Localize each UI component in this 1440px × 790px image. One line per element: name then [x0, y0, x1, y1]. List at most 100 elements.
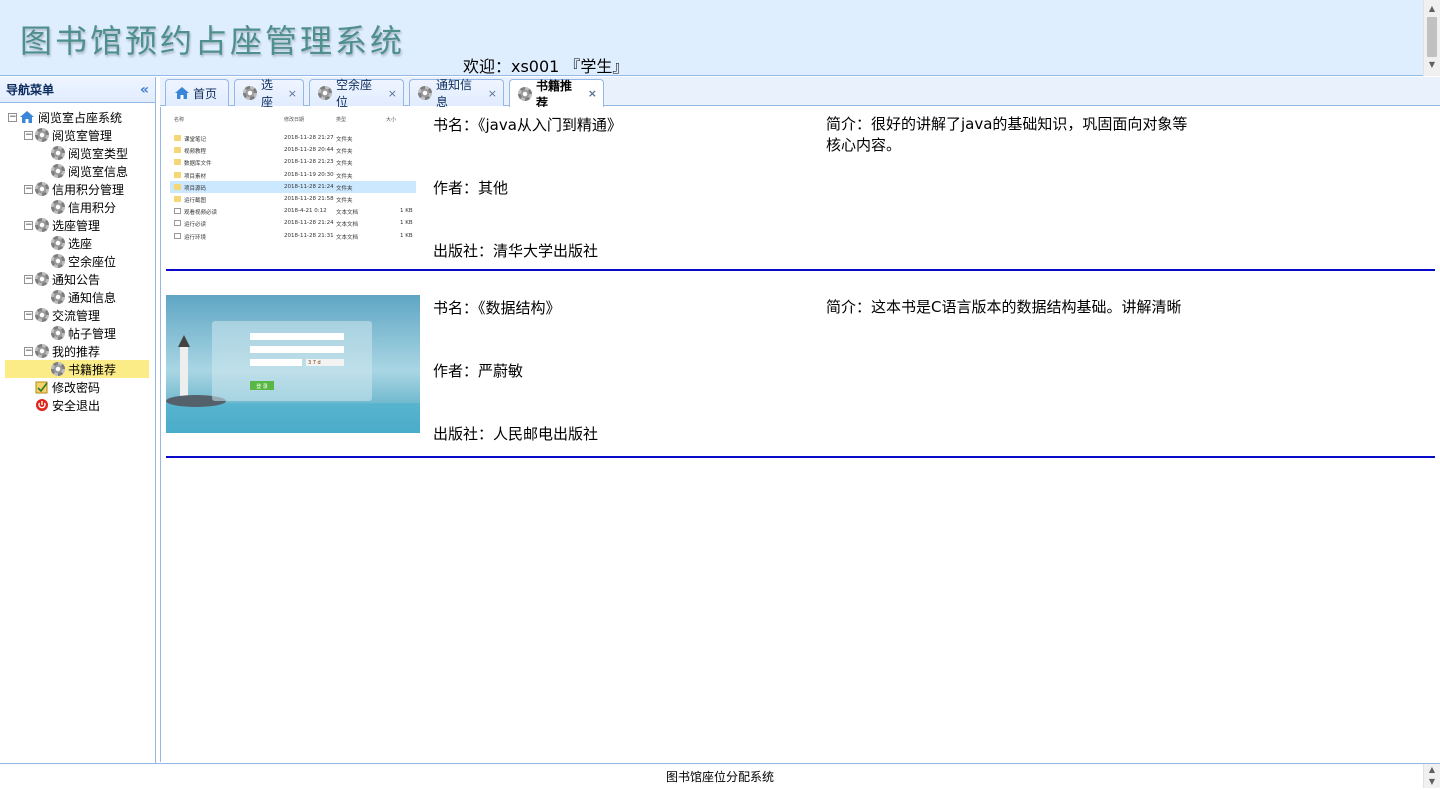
gear-icon: [51, 236, 65, 250]
gear-icon: [318, 86, 332, 100]
tab-label: 空余座位: [336, 78, 373, 109]
book-cover-image: 登 录 3 7 d: [166, 295, 420, 433]
gear-icon: [35, 182, 49, 196]
file-name: 运行必读: [184, 222, 207, 229]
login-screenshot-cover: [166, 295, 420, 433]
file-name: 观看视频必读: [184, 210, 218, 217]
collapse-toggle-icon[interactable]: −: [24, 184, 33, 194]
collapse-toggle-icon[interactable]: −: [24, 346, 33, 356]
file-row: 课堂笔记 2018-11-28 21:27 文件夹: [170, 132, 416, 144]
tree-leaf[interactable]: 空余座位: [0, 252, 155, 270]
file-date: 2018-11-28 21:31: [284, 232, 334, 239]
login-button-label: 登 录: [256, 384, 268, 390]
captcha-text: 3 7 d: [308, 360, 321, 366]
scroll-thumb[interactable]: [1427, 17, 1437, 57]
tree-leaf[interactable]: 通知信息: [0, 288, 155, 306]
folder-icon: [174, 196, 181, 202]
tree-node-label: 交流管理: [52, 308, 101, 323]
tab-4[interactable]: 书籍推荐 ×: [509, 79, 604, 110]
file-type: 文件夹: [336, 185, 353, 192]
file-name: 课堂笔记: [184, 137, 207, 143]
tree-node-label: 阅览室信息: [68, 164, 129, 179]
tab-2[interactable]: 空余座位 ×: [309, 78, 404, 109]
close-tab-icon[interactable]: ×: [488, 87, 497, 100]
file-type: 文件夹: [336, 198, 353, 204]
file-size: 1 KB: [400, 232, 413, 239]
gear-icon: [418, 86, 432, 100]
gear-icon: [51, 146, 65, 160]
gear-icon: [35, 308, 49, 322]
tree-leaf[interactable]: 帖子管理: [0, 324, 155, 342]
tree-leaf[interactable]: 阅览室类型: [0, 144, 155, 162]
gear-icon: [35, 218, 49, 232]
tree-group[interactable]: − 阅览室管理: [0, 126, 155, 144]
file-type: 文件夹: [336, 173, 353, 180]
file-date: 2018-4-21 0:12: [284, 208, 327, 215]
file-size: 1 KB: [400, 208, 413, 215]
header-scrollbar[interactable]: ▲ ▼: [1423, 0, 1440, 76]
tab-label: 选座: [261, 78, 274, 109]
tab-home[interactable]: 首页: [165, 79, 229, 106]
tree-group[interactable]: 安全退出: [0, 396, 155, 414]
tree-leaf[interactable]: 信用积分: [0, 198, 155, 216]
gear-icon: [51, 326, 65, 340]
sidebar-title: 导航菜单: [6, 83, 55, 97]
gear-icon: [35, 344, 49, 358]
book-intro: 简介：很好的讲解了java的基础知识，巩固面向对象等核心内容。: [826, 115, 1188, 154]
book-item: 名称 修改日期 类型 大小 课堂笔记 2018-11-28 21:27 文件夹 视频教程 201…: [166, 107, 1435, 271]
nav-tree: − 阅览室占座系统 − 阅览室管理 阅览室类型阅览室信息 − 信用积分管理 信用积分 − 选座管理…: [0, 103, 155, 414]
tree-group[interactable]: 修改密码: [0, 378, 155, 396]
collapse-toggle-icon[interactable]: −: [24, 274, 33, 284]
tree-group[interactable]: − 通知公告: [0, 270, 155, 288]
book-recommend-panel: 名称 修改日期 类型 大小 课堂笔记 2018-11-28 21:27 文件夹 视频教程 201…: [160, 107, 1440, 762]
navigation-sidebar: 导航菜单 « − 阅览室占座系统 − 阅览室管理 阅览室类型阅览室信息 − 信用积分管理 信用…: [0, 77, 156, 763]
tab-bar: 首页 选座 × 空余座位 × 通知信息 × 书籍推荐 ×: [160, 77, 1440, 110]
folder-icon: [174, 135, 181, 141]
file-row: 项目素材 2018-11-19 20:30 文件夹: [170, 169, 416, 181]
file-date: 2018-11-28 20:44: [284, 147, 334, 154]
file-date: 2018-11-28 21:27: [284, 135, 334, 141]
tree-group[interactable]: − 交流管理: [0, 306, 155, 324]
book-publisher: 出版社：清华大学出版社: [433, 242, 599, 260]
collapse-sidebar-icon[interactable]: «: [140, 82, 149, 98]
gear-icon: [518, 86, 532, 101]
file-name: 数据库文件: [184, 161, 212, 168]
file-row: 数据库文件 2018-11-28 21:23 文件夹: [170, 156, 416, 168]
tree-group[interactable]: − 我的推荐: [0, 342, 155, 360]
book-name: 书名：《java从入门到精通》: [433, 116, 622, 134]
collapse-toggle-icon[interactable]: −: [24, 220, 33, 230]
document-icon: [174, 208, 181, 215]
footer-scrollbar[interactable]: ▲ ▼: [1423, 764, 1440, 788]
tab-3[interactable]: 通知信息 ×: [409, 78, 504, 109]
scroll-up-icon[interactable]: ▲: [1424, 764, 1440, 776]
gear-icon: [51, 164, 65, 178]
file-row: 运行必读 2018-11-28 21:24 文本文档 1 KB: [170, 217, 416, 229]
tree-node-label: 书籍推荐: [68, 362, 117, 377]
collapse-toggle-icon[interactable]: −: [8, 112, 17, 122]
close-tab-icon[interactable]: ×: [388, 87, 397, 100]
gear-icon: [51, 290, 65, 304]
close-tab-icon[interactable]: ×: [288, 87, 297, 100]
folder-icon: [174, 159, 181, 166]
document-icon: [174, 232, 181, 239]
tree-root[interactable]: − 阅览室占座系统: [0, 108, 155, 126]
file-list-header: 类型: [336, 117, 347, 123]
collapse-toggle-icon[interactable]: −: [24, 310, 33, 320]
tree-leaf[interactable]: 选座: [0, 234, 155, 252]
tab-1[interactable]: 选座 ×: [234, 78, 304, 109]
tree-group[interactable]: − 信用积分管理: [0, 180, 155, 198]
home-icon: [20, 111, 34, 123]
scroll-down-icon[interactable]: ▼: [1424, 776, 1440, 788]
file-name: 视频教程: [184, 149, 207, 156]
file-date: 2018-11-28 21:58: [284, 196, 334, 202]
file-row: 运行环境 2018-11-28 21:31 文本文档 1 KB: [170, 230, 416, 242]
scroll-down-icon[interactable]: ▼: [1424, 58, 1440, 72]
tree-leaf[interactable]: 阅览室信息: [0, 162, 155, 180]
tree-group[interactable]: − 选座管理: [0, 216, 155, 234]
close-tab-icon[interactable]: ×: [588, 87, 597, 100]
book-cover-image: 名称 修改日期 类型 大小 课堂笔记 2018-11-28 21:27 文件夹 视频教程 201…: [166, 112, 420, 250]
tree-leaf[interactable]: 书籍推荐: [5, 360, 149, 378]
tree-node-label: 安全退出: [52, 398, 101, 413]
scroll-up-icon[interactable]: ▲: [1424, 2, 1440, 16]
collapse-toggle-icon[interactable]: −: [24, 130, 33, 140]
